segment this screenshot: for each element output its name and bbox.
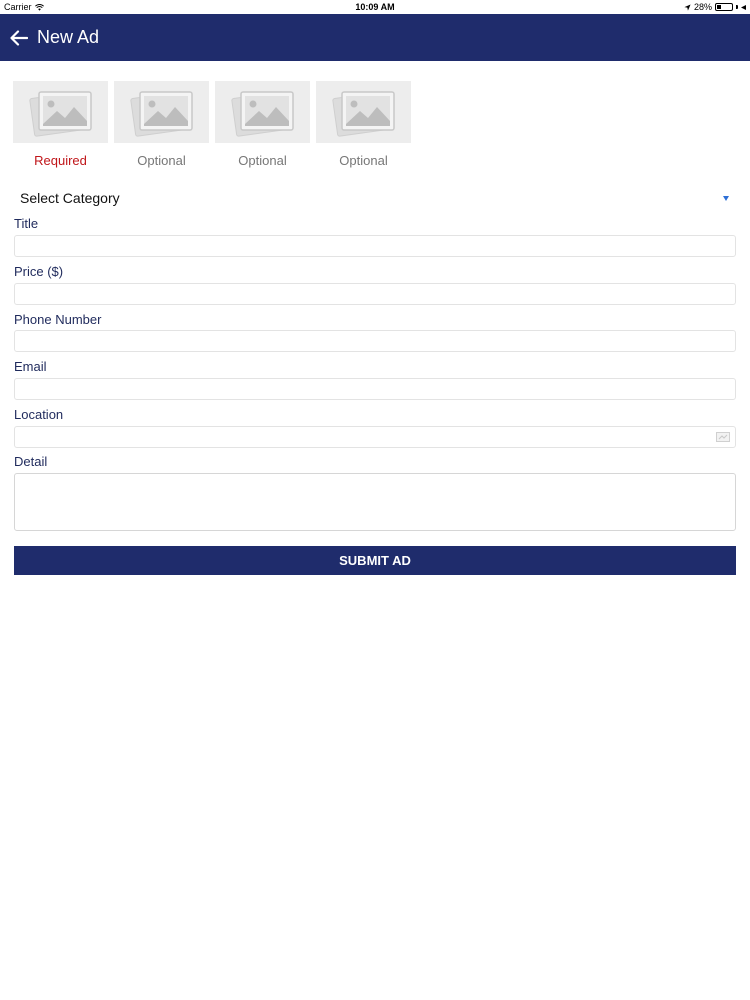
photo-box[interactable] [316, 81, 411, 143]
location-label: Location [14, 407, 64, 422]
photo-label: Optional [137, 153, 186, 168]
app-header: New Ad [0, 14, 750, 61]
email-label: Email [14, 359, 47, 374]
photo-label: Optional [339, 153, 388, 168]
photo-label: Optional [238, 153, 287, 168]
image-placeholder-icon [230, 91, 294, 137]
title-input[interactable] [14, 235, 736, 257]
arrow-left-icon [10, 29, 28, 46]
location-arrow-icon [684, 3, 691, 11]
price-input[interactable] [14, 283, 736, 305]
phone-input[interactable] [14, 330, 736, 352]
battery-fill [717, 5, 721, 9]
email-input[interactable] [14, 378, 736, 400]
title-label: Title [14, 216, 39, 231]
location-input[interactable] [14, 426, 736, 448]
photo-label: Required [34, 153, 87, 168]
price-label: Price ($) [14, 264, 64, 279]
charging-plug-icon [741, 4, 746, 10]
photo-slot-1[interactable]: Required [13, 81, 108, 168]
photo-slots: Required Optional Optional Optional [13, 81, 411, 168]
category-select[interactable]: Select Category [14, 186, 736, 210]
detail-textarea[interactable] [14, 473, 736, 531]
page-title: New Ad [37, 27, 100, 47]
detail-label: Detail [14, 454, 48, 469]
image-placeholder-icon [331, 91, 395, 137]
status-right: 28% [684, 2, 746, 12]
phone-label: Phone Number [14, 312, 102, 327]
back-button[interactable] [1, 14, 37, 61]
photo-box[interactable] [215, 81, 310, 143]
photo-slot-2[interactable]: Optional [114, 81, 209, 168]
battery-tip [736, 5, 738, 9]
photo-slot-4[interactable]: Optional [316, 81, 411, 168]
image-placeholder-icon [28, 91, 92, 137]
photo-box[interactable] [114, 81, 209, 143]
map-icon[interactable] [716, 432, 730, 442]
submit-ad-button[interactable]: SUBMIT AD [14, 546, 736, 575]
category-value: Select Category [20, 190, 120, 206]
status-bar: Carrier 10:09 AM 28% [0, 0, 750, 14]
dropdown-caret-icon [723, 195, 729, 201]
photo-box[interactable] [13, 81, 108, 143]
image-placeholder-icon [129, 91, 193, 137]
status-time: 10:09 AM [355, 2, 395, 12]
battery-icon [715, 3, 733, 11]
photo-slot-3[interactable]: Optional [215, 81, 310, 168]
battery-percent: 28% [693, 2, 712, 12]
